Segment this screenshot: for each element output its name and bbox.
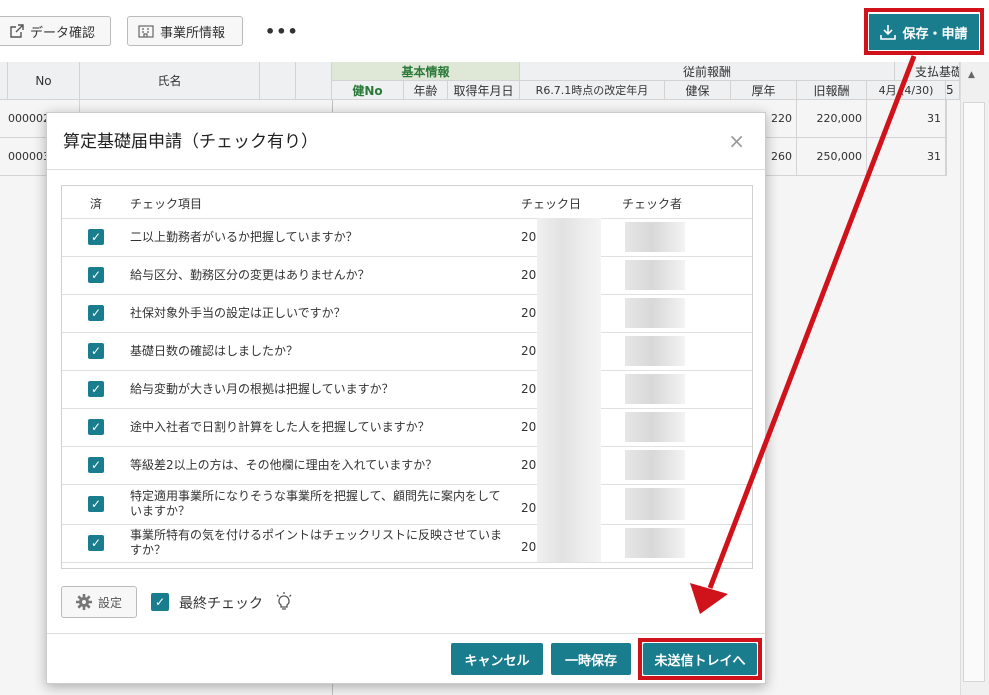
annotation-arrow: [690, 55, 917, 614]
